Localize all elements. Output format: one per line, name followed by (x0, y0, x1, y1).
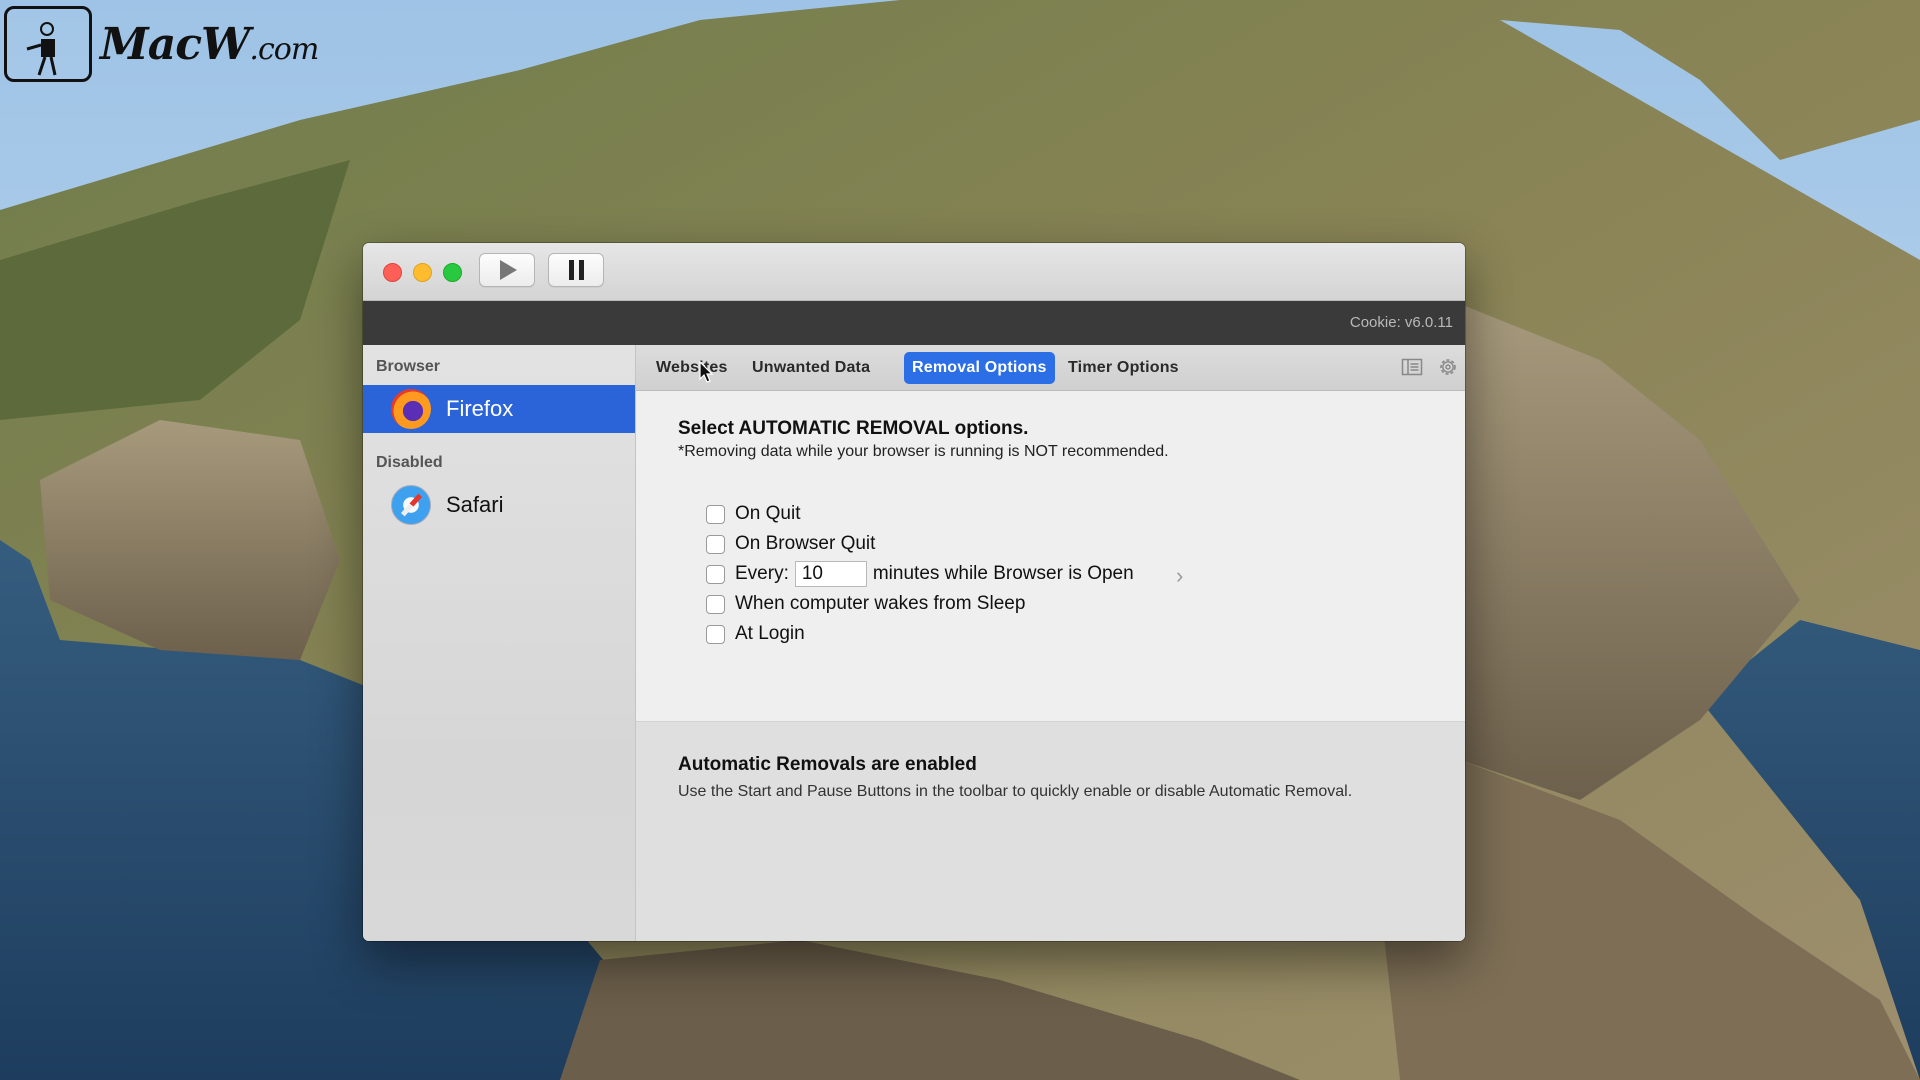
option-label: On Quit (735, 503, 801, 524)
firefox-icon (391, 389, 431, 429)
cookie-app-window: Cookie: v6.0.11 Browser Firefox Disabled… (363, 243, 1465, 941)
option-every-interval: Every: minutes while Browser is Open (706, 561, 1134, 587)
pause-button[interactable] (548, 253, 604, 287)
browser-sidebar: Browser Firefox Disabled Safari (363, 345, 636, 941)
start-button[interactable] (479, 253, 535, 287)
tab-removal-options[interactable]: Removal Options (904, 352, 1055, 384)
option-label: Every: (735, 563, 789, 584)
tab-websites[interactable]: Websites (648, 352, 736, 384)
sidebar-item-firefox[interactable]: Firefox (363, 385, 635, 433)
zoom-window-button[interactable] (443, 263, 462, 282)
removal-options-content: Select AUTOMATIC REMOVAL options. *Remov… (636, 391, 1465, 721)
at-login-checkbox[interactable] (706, 624, 725, 644)
tab-bar: Websites Unwanted Data Removal Options T… (636, 345, 1465, 391)
on-quit-checkbox[interactable] (706, 504, 725, 524)
footer-text: Use the Start and Pause Buttons in the t… (678, 783, 1353, 800)
status-footer: Automatic Removals are enabled Use the S… (636, 721, 1465, 941)
safari-icon (391, 485, 431, 525)
section-heading: Select AUTOMATIC REMOVAL options. (678, 418, 1029, 439)
close-window-button[interactable] (383, 263, 402, 282)
pause-icon (568, 260, 584, 280)
footer-title: Automatic Removals are enabled (678, 754, 977, 775)
tab-timer-options[interactable]: Timer Options (1060, 352, 1187, 384)
version-label: Cookie: v6.0.11 (1349, 314, 1453, 331)
status-bar: Cookie: v6.0.11 (363, 301, 1465, 345)
watermark-logo: MacW.com (4, 6, 319, 82)
mascot-icon (4, 6, 92, 82)
option-on-quit: On Quit (706, 501, 800, 527)
every-interval-checkbox[interactable] (706, 564, 725, 584)
sidebar-item-safari[interactable]: Safari (363, 481, 635, 529)
title-bar (363, 243, 1465, 301)
sidebar-header-browser: Browser (376, 358, 441, 375)
sidebar-item-label: Safari (446, 492, 504, 517)
chevron-right-icon[interactable]: › (1176, 563, 1183, 589)
option-label: When computer wakes from Sleep (735, 593, 1026, 614)
gear-icon[interactable] (1437, 356, 1459, 378)
interval-minutes-input[interactable] (794, 561, 867, 587)
option-on-browser-quit: On Browser Quit (706, 531, 875, 557)
option-label: At Login (735, 623, 805, 644)
option-label: minutes while Browser is Open (872, 563, 1134, 584)
tab-unwanted-data[interactable]: Unwanted Data (744, 352, 878, 384)
option-label: On Browser Quit (735, 533, 876, 554)
main-panel: Websites Unwanted Data Removal Options T… (636, 345, 1465, 941)
wake-from-sleep-checkbox[interactable] (706, 594, 725, 614)
play-icon (500, 260, 517, 280)
on-browser-quit-checkbox[interactable] (706, 534, 725, 554)
option-wake-from-sleep: When computer wakes from Sleep (706, 591, 1025, 617)
list-view-icon[interactable] (1401, 356, 1423, 378)
minimize-window-button[interactable] (413, 263, 432, 282)
option-at-login: At Login (706, 621, 805, 647)
sidebar-header-disabled: Disabled (376, 454, 443, 471)
sidebar-item-label: Firefox (446, 396, 514, 421)
watermark-text: MacW.com (100, 18, 319, 70)
warning-note: *Removing data while your browser is run… (678, 443, 1169, 460)
mouse-pointer-icon (699, 361, 714, 383)
